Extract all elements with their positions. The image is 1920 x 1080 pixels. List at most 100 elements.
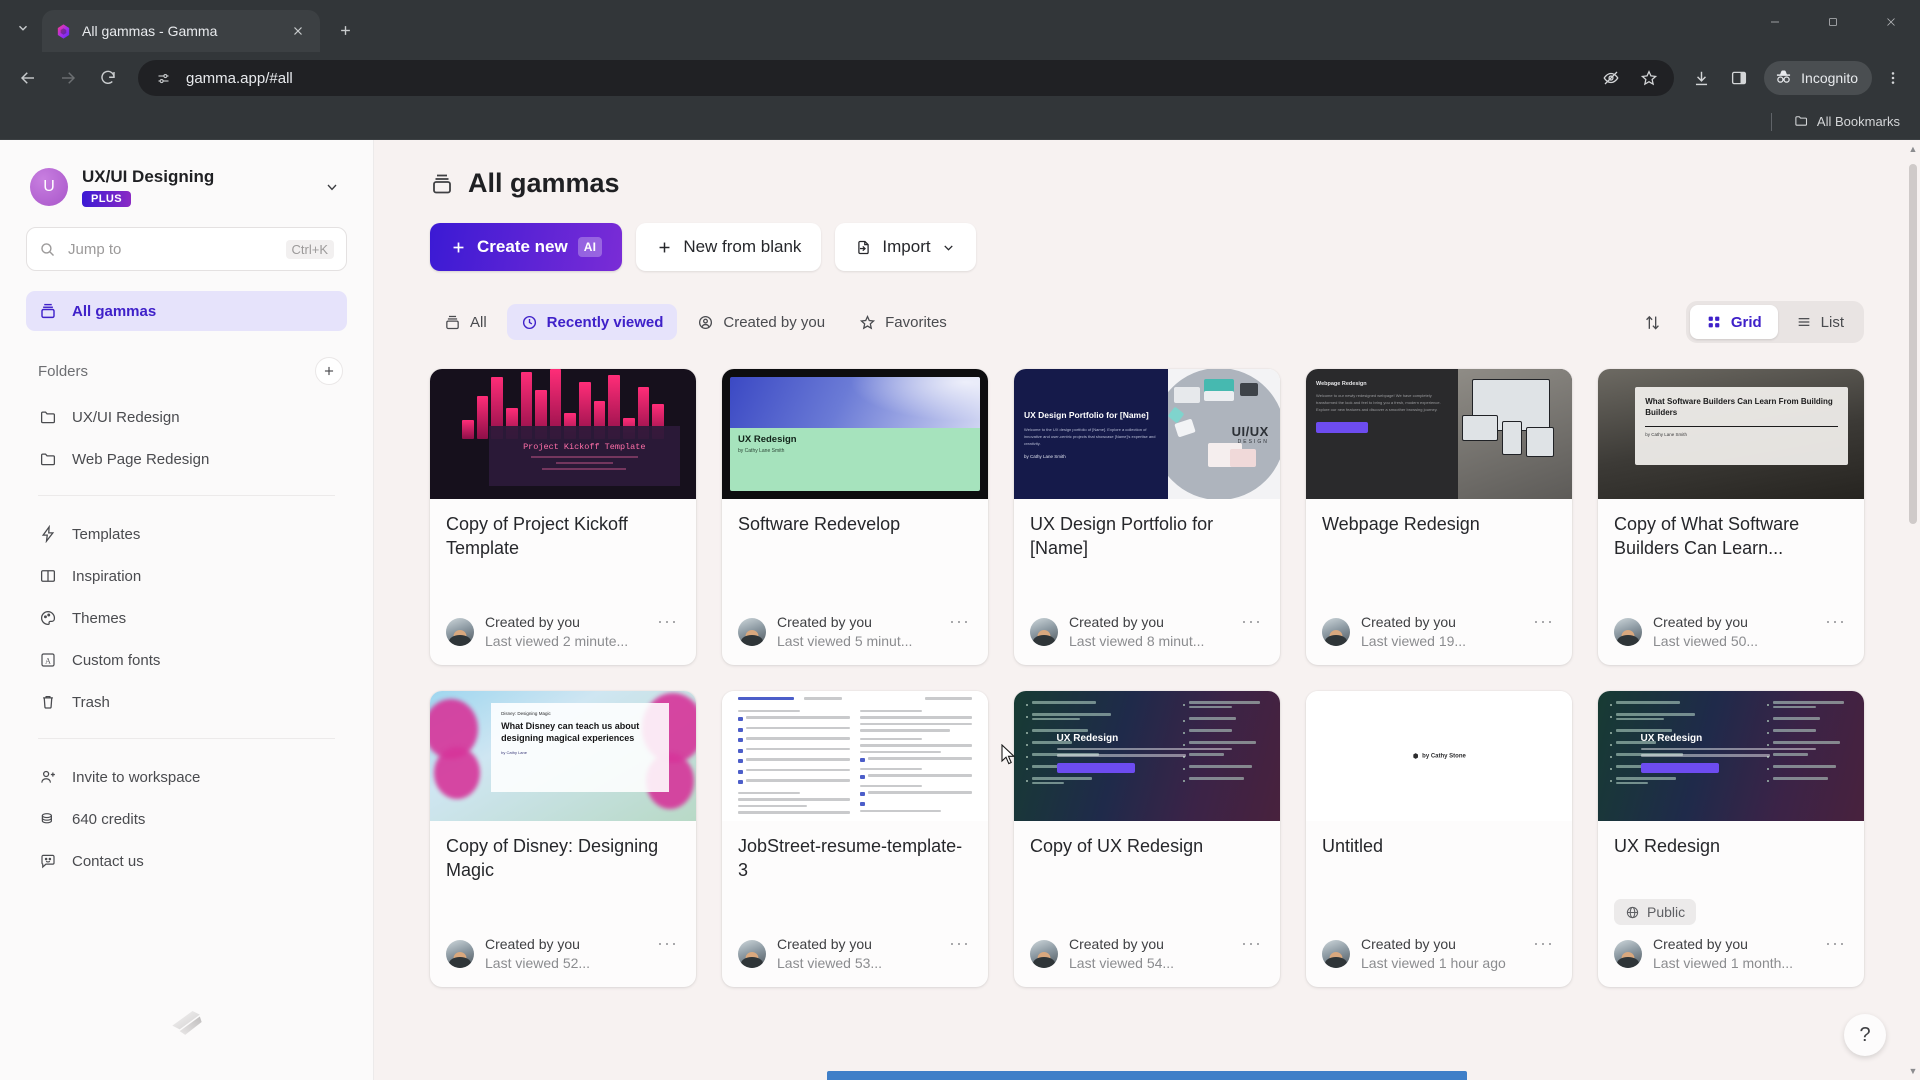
tab-created-by-you[interactable]: Created by you xyxy=(683,304,839,340)
download-icon[interactable] xyxy=(1684,61,1718,95)
card-menu-button[interactable]: ··· xyxy=(1239,611,1264,632)
tab-all[interactable]: All xyxy=(430,304,501,340)
all-bookmarks-button[interactable]: All Bookmarks xyxy=(1786,109,1908,135)
thumb-subtitle: by Cathy Lane Smith xyxy=(738,448,785,454)
card-last-viewed: Last viewed 54... xyxy=(1069,955,1175,972)
side-panel-icon[interactable] xyxy=(1722,61,1756,95)
card-menu-button[interactable]: ··· xyxy=(947,933,972,954)
card-menu-button[interactable]: ··· xyxy=(655,611,680,632)
create-new-button[interactable]: Create new AI xyxy=(430,223,623,271)
sidebar-item-all-gammas[interactable]: All gammas xyxy=(26,291,347,332)
card-footer: Created by you Last viewed 52... ··· xyxy=(430,925,696,987)
gamma-card[interactable]: Webpage Redesign Welcome to our newly re… xyxy=(1306,369,1572,665)
minimize-icon[interactable] xyxy=(1746,0,1804,44)
card-meta: Created by you Last viewed 1 month... xyxy=(1653,935,1812,973)
browser-tab[interactable]: All gammas - Gamma xyxy=(42,10,320,52)
address-bar[interactable]: gamma.app/#all xyxy=(138,60,1675,96)
kebab-menu-icon[interactable] xyxy=(1876,61,1910,95)
eye-off-icon[interactable] xyxy=(1594,61,1628,95)
sidebar-item-custom-fonts[interactable]: A Custom fonts xyxy=(26,640,347,680)
sidebar-item-invite-to-workspace[interactable]: Invite to workspace xyxy=(26,757,347,797)
thumb-heading: UX Redesign xyxy=(1056,732,1119,744)
import-button[interactable]: Import xyxy=(835,223,976,271)
add-folder-button[interactable] xyxy=(315,357,343,386)
tab-search-button[interactable] xyxy=(6,11,40,45)
sidebar-item-label: Contact us xyxy=(72,852,144,870)
reload-icon[interactable] xyxy=(90,60,126,96)
card-menu-button[interactable]: ··· xyxy=(1239,933,1264,954)
view-grid-button[interactable]: Grid xyxy=(1689,305,1778,339)
sidebar-folder-web-page-redesign[interactable]: Web Page Redesign xyxy=(26,439,347,479)
card-menu-button[interactable]: ··· xyxy=(947,611,972,632)
view-list-button[interactable]: List xyxy=(1780,305,1860,339)
sidebar-item-inspiration[interactable]: Inspiration xyxy=(26,556,347,596)
gamma-card[interactable]: Project Kickoff Template Copy of Project… xyxy=(430,369,696,665)
close-icon[interactable] xyxy=(288,21,308,41)
sidebar-folder-label: UX/UI Redesign xyxy=(72,408,180,426)
maximize-icon[interactable] xyxy=(1804,0,1862,44)
card-thumbnail xyxy=(722,691,988,821)
gamma-card[interactable]: What Software Builders Can Learn From Bu… xyxy=(1598,369,1864,665)
sidebar-item-label: All gammas xyxy=(72,302,157,320)
card-last-viewed: Last viewed 2 minute... xyxy=(485,633,629,650)
sidebar-item-themes[interactable]: Themes xyxy=(26,598,347,638)
new-from-blank-button[interactable]: New from blank xyxy=(636,223,822,271)
sidebar-folder-ux-ui-redesign[interactable]: UX/UI Redesign xyxy=(26,397,347,437)
card-thumbnail: UX Design Portfolio for [Name] Welcome t… xyxy=(1014,369,1280,499)
card-body: Untitled xyxy=(1306,821,1572,925)
card-menu-button[interactable]: ··· xyxy=(655,933,680,954)
gamma-card[interactable]: UX Redesign UX Redesign Public Created b… xyxy=(1598,691,1864,987)
help-button[interactable]: ? xyxy=(1844,1014,1886,1056)
sidebar-item-templates[interactable]: Templates xyxy=(26,514,347,554)
sort-arrows-icon[interactable] xyxy=(1638,307,1668,337)
search-shortcut: Ctrl+K xyxy=(285,239,334,259)
globe-icon xyxy=(1625,905,1640,920)
chevron-down-icon[interactable] xyxy=(321,179,343,195)
thumb-subtitle: by Cathy Lane Smith xyxy=(1024,453,1066,459)
workspace-switcher[interactable]: U UX/UI Designing PLUS xyxy=(26,162,347,208)
grid-icon xyxy=(1706,314,1722,330)
gamma-card[interactable]: UX Redesign by Cathy Lane Smith Software… xyxy=(722,369,988,665)
thumb-heading: UX Redesign xyxy=(738,434,797,445)
thumb-heading: What Disney can teach us about designing… xyxy=(501,720,640,744)
gamma-card-grid: Project Kickoff Template Copy of Project… xyxy=(430,369,1864,987)
sidebar: U UX/UI Designing PLUS Jump to Ctrl+K Al… xyxy=(0,140,374,1080)
card-footer: Created by you Last viewed 53... ··· xyxy=(722,925,988,987)
card-menu-button[interactable]: ··· xyxy=(1823,611,1848,632)
gamma-card[interactable]: UX Design Portfolio for [Name] Welcome t… xyxy=(1014,369,1280,665)
scroll-down-arrow-icon[interactable]: ▼ xyxy=(1908,1066,1918,1076)
card-title: Software Redevelop xyxy=(738,514,901,534)
sidebar-item-trash[interactable]: Trash xyxy=(26,682,347,722)
tab-favorites[interactable]: Favorites xyxy=(845,304,961,340)
thumb-heading: UX Redesign xyxy=(1640,732,1703,744)
sidebar-item-credits[interactable]: 640 credits xyxy=(26,799,347,839)
view-label: List xyxy=(1820,313,1844,331)
incognito-chip[interactable]: Incognito xyxy=(1764,61,1872,95)
close-window-icon[interactable] xyxy=(1862,0,1920,44)
tab-recently-viewed[interactable]: Recently viewed xyxy=(506,304,678,340)
site-settings-icon[interactable] xyxy=(150,65,176,91)
card-menu-button[interactable]: ··· xyxy=(1531,933,1556,954)
list-icon xyxy=(1796,314,1812,330)
gamma-card[interactable]: by Cathy Stone Untitled Created by you L… xyxy=(1306,691,1572,987)
card-menu-button[interactable]: ··· xyxy=(1823,933,1848,954)
bookmark-star-icon[interactable] xyxy=(1632,61,1666,95)
chevron-down-icon xyxy=(941,240,956,255)
thumb-subtitle: by Cathy Lane xyxy=(501,750,527,756)
gamma-card[interactable]: Disney: Designing Magic What Disney can … xyxy=(430,691,696,987)
sidebar-item-contact-us[interactable]: Contact us xyxy=(26,841,347,881)
new-tab-button[interactable] xyxy=(328,13,362,47)
search-input[interactable]: Jump to Ctrl+K xyxy=(26,227,347,272)
card-author: Created by you xyxy=(1361,936,1456,953)
scroll-up-arrow-icon[interactable]: ▲ xyxy=(1908,144,1918,154)
back-arrow-icon[interactable] xyxy=(10,60,46,96)
thumb-heading: Project Kickoff Template xyxy=(523,442,646,453)
page-scrollbar[interactable]: ▲ ▼ xyxy=(1906,140,1920,1080)
avatar xyxy=(1030,940,1058,969)
gamma-card[interactable]: JobStreet-resume-template-3 Created by y… xyxy=(722,691,988,987)
thumb-heading: UX Design Portfolio for [Name] xyxy=(1024,410,1149,421)
card-menu-button[interactable]: ··· xyxy=(1531,611,1556,632)
scrollbar-thumb[interactable] xyxy=(1909,164,1917,524)
forward-arrow-icon[interactable] xyxy=(50,60,86,96)
gamma-card[interactable]: UX Redesign Copy of UX Redesign Created … xyxy=(1014,691,1280,987)
